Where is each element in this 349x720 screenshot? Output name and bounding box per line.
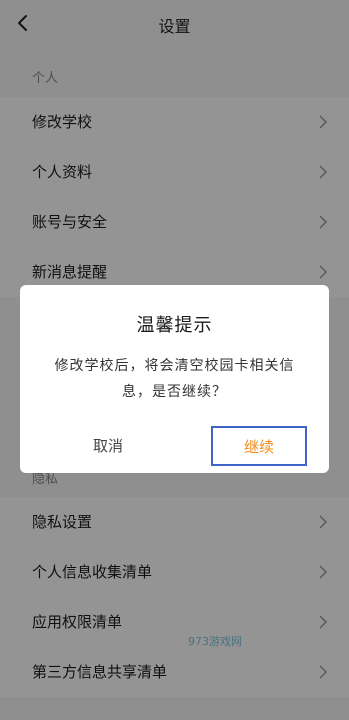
continue-button[interactable]: 继续 [211,426,307,466]
alert-dialog: 温馨提示 修改学校后，将会清空校园卡相关信息，是否继续？ 取消 继续 [20,285,329,473]
dialog-message: 修改学校后，将会清空校园卡相关信息，是否继续？ [54,358,295,400]
cancel-button[interactable]: 取消 [68,435,148,459]
continue-button-label: 继续 [243,437,274,456]
dialog-title: 温馨提示 [136,315,213,336]
